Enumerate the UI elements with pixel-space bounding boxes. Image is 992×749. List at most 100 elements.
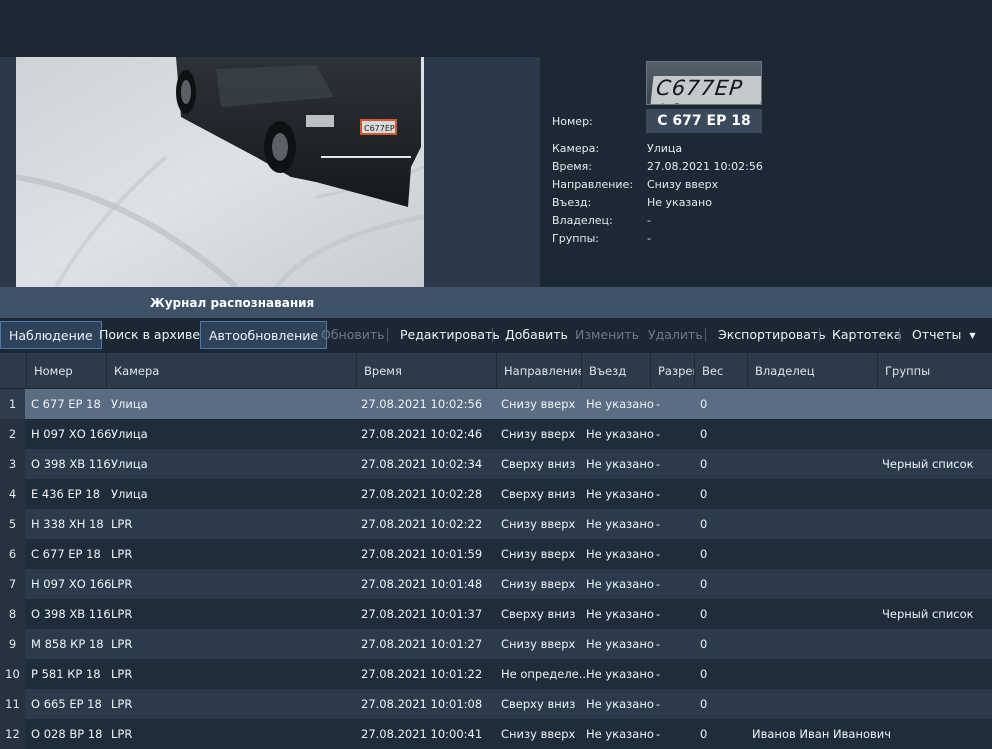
cell-camera: LPR — [111, 577, 133, 591]
svg-text:C677EP: C677EP — [364, 124, 395, 133]
info-label-entry: Въезд: — [552, 196, 592, 209]
cell-groups: Черный список — [882, 607, 974, 621]
row-number: 7 — [0, 569, 25, 599]
export-button[interactable]: Экспортировать — [710, 321, 834, 349]
cell-time: 27.08.2021 10:01:08 — [361, 697, 483, 711]
table-row[interactable]: 1 С 677 ЕР 18 Улица 27.08.2021 10:02:56 Сниз… — [0, 389, 992, 419]
cell-number: О 665 ЕР 18 — [31, 697, 102, 711]
toolbar-separator — [819, 328, 820, 342]
cell-permission: - — [656, 457, 661, 471]
column-header-direction[interactable]: Направление — [496, 353, 581, 389]
camera-snapshot[interactable]: C677EP — [16, 57, 424, 287]
refresh-button[interactable]: Обновить — [313, 321, 393, 349]
column-header-number[interactable]: Номер — [26, 353, 106, 389]
reports-dropdown[interactable]: Отчеты ▼ — [904, 321, 984, 349]
cell-direction: Снизу вверх — [501, 397, 576, 411]
cell-permission: - — [656, 727, 661, 741]
cell-number: Н 097 ХО 166 — [31, 427, 112, 441]
card-index-button[interactable]: Картотека — [824, 321, 910, 349]
cell-permission: - — [656, 397, 661, 411]
cell-time: 27.08.2021 10:01:27 — [361, 637, 483, 651]
cell-weight: 0 — [700, 487, 708, 501]
cell-camera: LPR — [111, 667, 133, 681]
row-number: 4 — [0, 479, 25, 509]
column-header-entry[interactable]: Въезд — [581, 353, 650, 389]
cell-camera: Улица — [111, 487, 148, 501]
info-label-groups: Группы: — [552, 232, 599, 245]
cell-time: 27.08.2021 10:00:41 — [361, 727, 483, 741]
cell-direction: Снизу вверх — [501, 637, 576, 651]
table-row[interactable]: 3 О 398 ХВ 116 Улица 27.08.2021 10:02:34 Све… — [0, 449, 992, 479]
column-header-weight[interactable]: Вес — [694, 353, 747, 389]
snapshot-gap — [424, 57, 540, 287]
left-strip — [0, 57, 16, 287]
table-row[interactable]: 5 Н 338 ХН 18 LPR 27.08.2021 10:02:22 Снизу … — [0, 509, 992, 539]
info-label-camera: Камера: — [552, 142, 600, 155]
cell-weight: 0 — [700, 397, 708, 411]
cell-entry: Не указано — [586, 397, 654, 411]
tab-archive-search[interactable]: Поиск в архиве — [91, 321, 208, 349]
cell-time: 27.08.2021 10:02:28 — [361, 487, 483, 501]
cell-permission: - — [656, 577, 661, 591]
column-header-camera[interactable]: Камера — [106, 353, 356, 389]
table-row[interactable]: 8 О 398 ХВ 116 LPR 27.08.2021 10:01:37 Сверх… — [0, 599, 992, 629]
cell-weight: 0 — [700, 697, 708, 711]
edit-button[interactable]: Редактировать — [392, 321, 508, 349]
info-value-time: 27.08.2021 10:02:56 — [647, 160, 763, 173]
row-number: 12 — [0, 719, 25, 749]
column-header-owner[interactable]: Владелец — [747, 353, 877, 389]
table-row[interactable]: 10 Р 581 КР 18 LPR 27.08.2021 10:01:22 Не оп… — [0, 659, 992, 689]
recognition-info-panel: C677EP 18 С 677 ЕР 18 Номер: Камера: Ули… — [540, 57, 992, 287]
add-button[interactable]: Добавить — [497, 321, 576, 349]
cell-permission: - — [656, 427, 661, 441]
tab-observation[interactable]: Наблюдение — [0, 321, 102, 349]
cell-permission: - — [656, 667, 661, 681]
table-row[interactable]: 11 О 665 ЕР 18 LPR 27.08.2021 10:01:08 Сверх… — [0, 689, 992, 719]
cell-permission: - — [656, 637, 661, 651]
cell-weight: 0 — [700, 607, 708, 621]
table-row[interactable]: 7 Н 097 ХО 166 LPR 27.08.2021 10:01:48 Снизу… — [0, 569, 992, 599]
delete-button[interactable]: Удалить — [640, 321, 711, 349]
cell-number: Е 436 ЕР 18 — [31, 487, 101, 501]
table-row[interactable]: 12 О 028 ВР 18 LPR 27.08.2021 10:00:41 Снизу… — [0, 719, 992, 749]
row-number: 8 — [0, 599, 25, 629]
toolbar-separator — [387, 328, 388, 342]
cell-entry: Не указано — [586, 457, 654, 471]
plate-crop-image: C677EP 18 — [646, 61, 762, 105]
cell-permission: - — [656, 517, 661, 531]
cell-direction: Сверху вниз — [501, 487, 576, 501]
cell-weight: 0 — [700, 727, 708, 741]
table-row[interactable]: 2 Н 097 ХО 166 Улица 27.08.2021 10:02:46 Сни… — [0, 419, 992, 449]
cell-number: С 677 ЕР 18 — [31, 547, 101, 561]
column-header-time[interactable]: Время — [356, 353, 496, 389]
journal-header: Журнал распознавания — [0, 287, 992, 318]
column-header-permission[interactable]: Разрешение — [650, 353, 694, 389]
cell-time: 27.08.2021 10:01:22 — [361, 667, 483, 681]
change-button[interactable]: Изменить — [567, 321, 647, 349]
column-header-groups[interactable]: Группы — [877, 353, 992, 389]
cell-direction: Снизу вверх — [501, 727, 576, 741]
journal-toolbar: Наблюдение Поиск в архиве Автообновление… — [0, 318, 992, 353]
cell-entry: Не указано — [586, 577, 654, 591]
cell-time: 27.08.2021 10:01:59 — [361, 547, 483, 561]
info-label-number: Номер: — [552, 115, 593, 128]
cell-camera: LPR — [111, 517, 133, 531]
table-row[interactable]: 4 Е 436 ЕР 18 Улица 27.08.2021 10:02:28 Свер… — [0, 479, 992, 509]
cell-weight: 0 — [700, 427, 708, 441]
info-label-direction: Направление: — [552, 178, 634, 191]
cell-entry: Не указано — [586, 607, 654, 621]
auto-refresh-toggle[interactable]: Автообновление — [200, 321, 328, 349]
table-row[interactable]: 9 М 858 КР 18 LPR 27.08.2021 10:01:27 Снизу … — [0, 629, 992, 659]
cell-direction: Сверху вниз — [501, 457, 576, 471]
row-number: 10 — [0, 659, 25, 689]
toolbar-separator — [492, 328, 493, 342]
info-value-entry: Не указано — [647, 196, 712, 209]
cell-camera: LPR — [111, 727, 133, 741]
top-bar — [0, 0, 992, 57]
table-row[interactable]: 6 С 677 ЕР 18 LPR 27.08.2021 10:01:59 Снизу … — [0, 539, 992, 569]
row-number: 6 — [0, 539, 25, 569]
cell-permission: - — [656, 547, 661, 561]
cell-camera: LPR — [111, 637, 133, 651]
cell-weight: 0 — [700, 667, 708, 681]
cell-permission: - — [656, 697, 661, 711]
